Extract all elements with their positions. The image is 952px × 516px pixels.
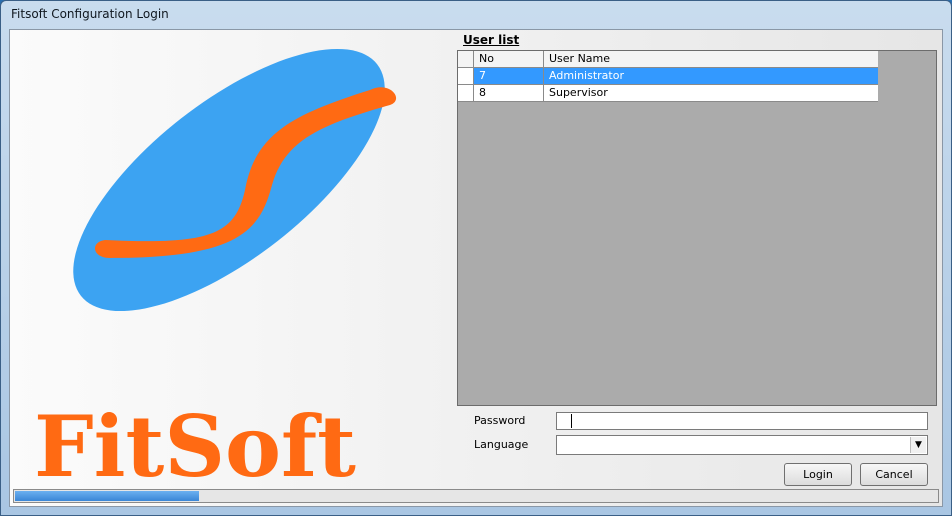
progress-bar (13, 489, 939, 503)
login-window: Fitsoft Configuration Login FitSoft User… (0, 0, 952, 516)
table-row[interactable]: 8 Supervisor (458, 85, 878, 102)
user-list-grid[interactable]: No User Name 7 Administrator 8 Superviso… (457, 50, 937, 406)
password-label: Password (474, 414, 526, 427)
text-caret (571, 414, 572, 428)
cell-user-name: Administrator (544, 68, 878, 85)
logo-text: FitSoft (34, 397, 356, 496)
language-select[interactable]: ▼ (556, 435, 928, 455)
row-selector[interactable] (458, 85, 474, 102)
login-button[interactable]: Login (784, 463, 852, 486)
cell-user-name: Supervisor (544, 85, 878, 102)
cell-no: 8 (474, 85, 544, 102)
title-bar[interactable]: Fitsoft Configuration Login (1, 1, 951, 29)
grid-header-row: No User Name (458, 51, 878, 68)
fitsoft-logo: FitSoft (34, 48, 397, 496)
cell-no: 7 (474, 68, 544, 85)
progress-bar-fill (15, 491, 199, 501)
table-row[interactable]: 7 Administrator (458, 68, 878, 85)
client-area: FitSoft User list No User Name 7 Adminis… (9, 29, 943, 507)
header-selector-cell (458, 51, 474, 68)
cancel-button[interactable]: Cancel (860, 463, 928, 486)
column-header-no[interactable]: No (474, 51, 544, 68)
logo-ellipse (73, 48, 385, 312)
user-list-title: User list (463, 33, 520, 47)
dropdown-arrow-icon[interactable]: ▼ (910, 437, 926, 453)
password-input[interactable] (556, 412, 928, 430)
language-label: Language (474, 438, 529, 451)
row-selector[interactable] (458, 68, 474, 85)
window-title: Fitsoft Configuration Login (11, 7, 169, 21)
column-header-user-name[interactable]: User Name (544, 51, 878, 68)
